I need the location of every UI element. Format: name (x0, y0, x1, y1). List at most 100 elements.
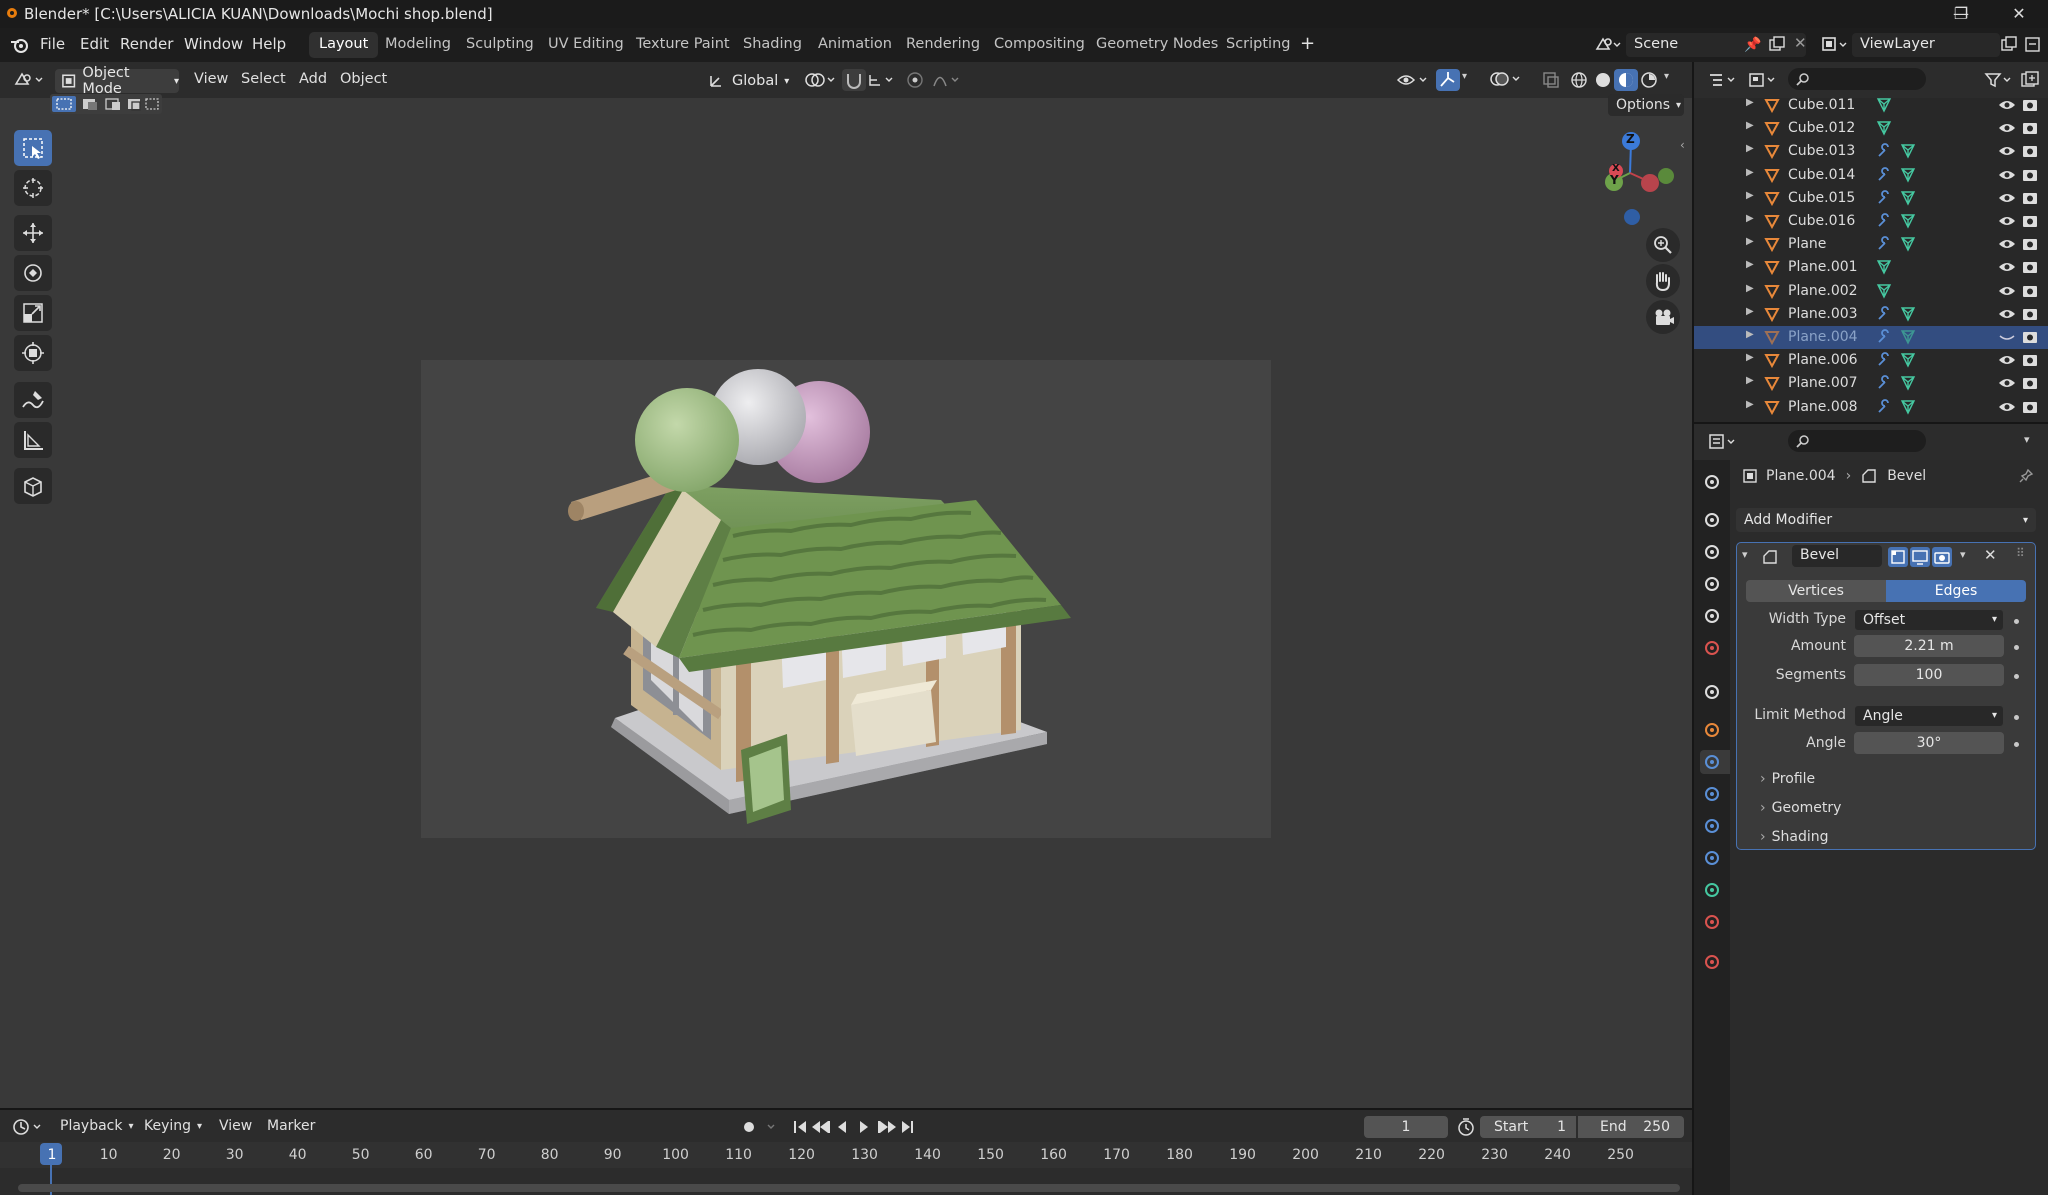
cursor-tool[interactable] (14, 170, 52, 206)
editor-type-icon[interactable] (12, 70, 46, 90)
view-layer-tab-icon[interactable] (1700, 572, 1724, 596)
play-reverse-button[interactable] (836, 1116, 854, 1138)
keyframe-dot-icon[interactable] (2014, 742, 2019, 747)
move-tool[interactable] (14, 215, 52, 251)
current-frame-field[interactable]: 1 (1364, 1116, 1448, 1138)
view-layer-icon[interactable] (1820, 35, 1848, 55)
select-box-tool[interactable] (14, 130, 52, 166)
mochi-shop-model[interactable] (421, 360, 1271, 838)
new-scene-icon[interactable] (1768, 35, 1786, 53)
menu-window[interactable]: Window (184, 35, 243, 53)
segments-field[interactable]: 100 (1854, 664, 2004, 686)
blender-menu-icon[interactable] (10, 36, 30, 54)
eye-icon[interactable] (1998, 167, 2016, 183)
expand-arrow-icon[interactable]: ▶ (1746, 259, 1754, 270)
mesh-data-icon[interactable] (1876, 120, 1892, 136)
tab-uv-editing[interactable]: UV Editing (538, 32, 634, 58)
material-tab-icon[interactable] (1700, 910, 1724, 934)
mesh-data-icon[interactable] (1900, 352, 1916, 368)
affect-vertices-button[interactable]: Vertices (1746, 580, 1886, 602)
preview-range-icon[interactable] (1456, 1117, 1476, 1137)
menu-help[interactable]: Help (252, 35, 286, 53)
outliner-row[interactable]: ▶ Plane (1694, 233, 2048, 256)
add-cube-tool[interactable] (14, 468, 52, 504)
mesh-data-icon[interactable] (1900, 167, 1916, 183)
outliner-row[interactable]: ▶ Cube.013 (1694, 140, 2048, 163)
limit-method-dropdown[interactable]: Angle ▾ (1854, 705, 2004, 727)
proportional-edit-icon[interactable] (906, 71, 924, 89)
expand-arrow-icon[interactable]: ▶ (1746, 236, 1754, 247)
overlays-toggle-icon[interactable] (1488, 69, 1524, 89)
expand-arrow-icon[interactable]: ▶ (1746, 399, 1754, 410)
properties-search-input[interactable] (1788, 430, 1926, 452)
wrench-icon[interactable] (1876, 329, 1892, 345)
outliner-row[interactable]: ▶ Cube.015 (1694, 187, 2048, 210)
eye-icon[interactable] (1998, 190, 2016, 206)
tab-sculpting[interactable]: Sculpting (456, 32, 544, 58)
constraints-tab-icon[interactable] (1700, 846, 1724, 870)
outliner-row[interactable]: ▶ Plane.008 (1694, 396, 2048, 419)
wrench-icon[interactable] (1876, 352, 1892, 368)
sidebar-toggle-icon[interactable]: ‹ (1680, 138, 1685, 152)
gizmo-toggle-icon[interactable] (1436, 69, 1460, 91)
hidden-eye-icon[interactable] (1998, 329, 2016, 345)
zoom-view-button[interactable] (1646, 228, 1680, 262)
wrench-icon[interactable] (1876, 375, 1892, 391)
restore-icon[interactable]: ❐ (1932, 0, 1990, 28)
tab-shading[interactable]: Shading (733, 32, 812, 58)
outliner-row[interactable]: ▶ Plane.003 (1694, 303, 2048, 326)
gizmo-dropdown-icon[interactable]: ▾ (1462, 71, 1467, 82)
viewport-menu-object[interactable]: Object (340, 71, 387, 87)
delete-scene-icon[interactable]: ✕ (1794, 34, 1807, 52)
mesh-data-icon[interactable] (1900, 399, 1916, 415)
tab-scripting[interactable]: Scripting (1216, 32, 1300, 58)
render-tab-icon[interactable] (1700, 508, 1724, 532)
outliner-row[interactable]: ▶ Cube.016 (1694, 210, 2048, 233)
new-view-layer-icon[interactable] (2000, 35, 2018, 53)
render-camera-icon[interactable] (2022, 306, 2038, 322)
render-camera-icon[interactable] (2022, 167, 2038, 183)
eye-icon[interactable] (1998, 352, 2016, 368)
tab-compositing[interactable]: Compositing (984, 32, 1095, 58)
data-tab-icon[interactable] (1700, 878, 1724, 902)
render-camera-icon[interactable] (2022, 259, 2038, 275)
collapse-panel-icon[interactable]: ▾ (1742, 548, 1748, 561)
viewport-menu-select[interactable]: Select (241, 71, 286, 87)
next-keyframe-button[interactable] (876, 1116, 898, 1138)
modifier-menu-icon[interactable]: ▾ (1960, 548, 1966, 561)
keyframe-dot-icon[interactable] (2014, 645, 2019, 650)
render-toggle-icon[interactable] (1932, 547, 1952, 567)
end-frame-field[interactable]: End 250 (1578, 1116, 1684, 1138)
outliner-row[interactable]: ▶ Cube.012 (1694, 117, 2048, 140)
scene-icon[interactable] (1594, 35, 1622, 55)
expand-arrow-icon[interactable]: ▶ (1746, 375, 1754, 386)
tab-modeling[interactable]: Modeling (375, 32, 461, 58)
render-camera-icon[interactable] (2022, 120, 2038, 136)
angle-field[interactable]: 30° (1854, 732, 2004, 754)
options-dropdown[interactable]: Options ▾ (1608, 94, 1684, 116)
amount-field[interactable]: 2.21 m (1854, 635, 2004, 657)
render-camera-icon[interactable] (2022, 213, 2038, 229)
transform-tool[interactable] (14, 335, 52, 371)
outliner-row[interactable]: ▶ Plane.006 (1694, 349, 2048, 372)
particles-tab-icon[interactable] (1700, 782, 1724, 806)
solid-shading-icon[interactable] (1594, 71, 1612, 89)
eye-icon[interactable] (1998, 213, 2016, 229)
render-camera-icon[interactable] (2022, 399, 2038, 415)
geometry-subpanel[interactable]: › Geometry (1760, 800, 1841, 816)
viewport-menu-view[interactable]: View (194, 71, 228, 87)
wrench-icon[interactable] (1876, 143, 1892, 159)
timeline-menu-view[interactable]: View (219, 1118, 252, 1134)
timeline-scrollbar[interactable] (18, 1184, 1680, 1192)
eye-icon[interactable] (1998, 399, 2016, 415)
edit-mode-toggle-icon[interactable] (1888, 547, 1908, 567)
start-frame-field[interactable]: Start 1 (1480, 1116, 1576, 1138)
viewport-display-toggle-icon[interactable] (1910, 547, 1930, 567)
measure-tool[interactable] (14, 422, 52, 458)
render-camera-icon[interactable] (2022, 236, 2038, 252)
render-camera-icon[interactable] (2022, 375, 2038, 391)
expand-arrow-icon[interactable]: ▶ (1746, 120, 1754, 131)
menu-file[interactable]: File (40, 35, 65, 53)
outliner-editor-type-icon[interactable] (1708, 71, 1738, 89)
render-camera-icon[interactable] (2022, 190, 2038, 206)
